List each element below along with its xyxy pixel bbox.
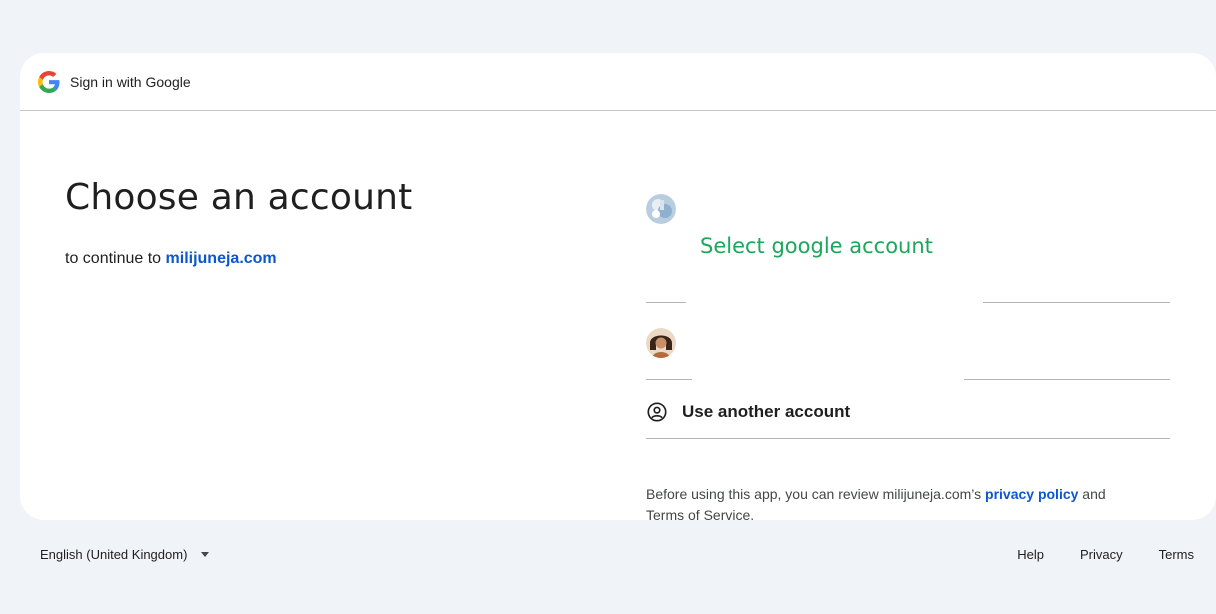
language-selector[interactable]: English (United Kingdom) [40, 547, 210, 562]
footer-link-privacy[interactable]: Privacy [1080, 547, 1123, 562]
account-avatar-1 [646, 194, 676, 224]
google-g-icon [38, 70, 60, 93]
page-title: Choose an account [65, 177, 413, 218]
left-pane: Choose an account to continue to milijun… [65, 177, 413, 268]
annotation-text: Select google account [698, 234, 935, 258]
caret-down-icon [201, 552, 210, 557]
page: Sign in with Google Choose an account to… [0, 0, 1216, 614]
site-link[interactable]: milijuneja.com [166, 250, 277, 267]
footer-link-help[interactable]: Help [1017, 547, 1044, 562]
account-avatar-2 [646, 328, 676, 358]
use-another-account-label: Use another account [682, 402, 851, 421]
account-item-1[interactable] [646, 193, 1170, 225]
account-circle-icon [647, 402, 667, 422]
header-title: Sign in with Google [70, 73, 191, 90]
language-label: English (United Kingdom) [40, 547, 188, 562]
divider-right-2 [964, 379, 1170, 380]
card-header: Sign in with Google [20, 53, 1216, 111]
subtitle-prefix: to continue to [65, 250, 166, 267]
footer-link-terms[interactable]: Terms [1159, 547, 1194, 562]
sign-in-card: Sign in with Google Choose an account to… [20, 53, 1216, 523]
divider-left-2 [646, 379, 692, 380]
subtitle: to continue to milijuneja.com [65, 250, 413, 268]
divider-left-1 [646, 302, 686, 303]
privacy-policy-link[interactable]: privacy policy [985, 486, 1078, 502]
avatar-photo-2-icon [646, 328, 676, 358]
footer-links: Help Privacy Terms [981, 547, 1194, 562]
avatar-photo-1-icon [646, 194, 676, 224]
account-item-2[interactable] [646, 327, 1170, 359]
footer: English (United Kingdom) Help Privacy Te… [0, 538, 1216, 574]
divider-right-1 [983, 302, 1170, 303]
legal-prefix: Before using this app, you can review mi… [646, 486, 986, 502]
divider-bottom [646, 438, 1170, 439]
legal-notice: Before using this app, you can review mi… [646, 484, 1146, 526]
use-another-account-button[interactable]: Use another account [646, 392, 1170, 432]
